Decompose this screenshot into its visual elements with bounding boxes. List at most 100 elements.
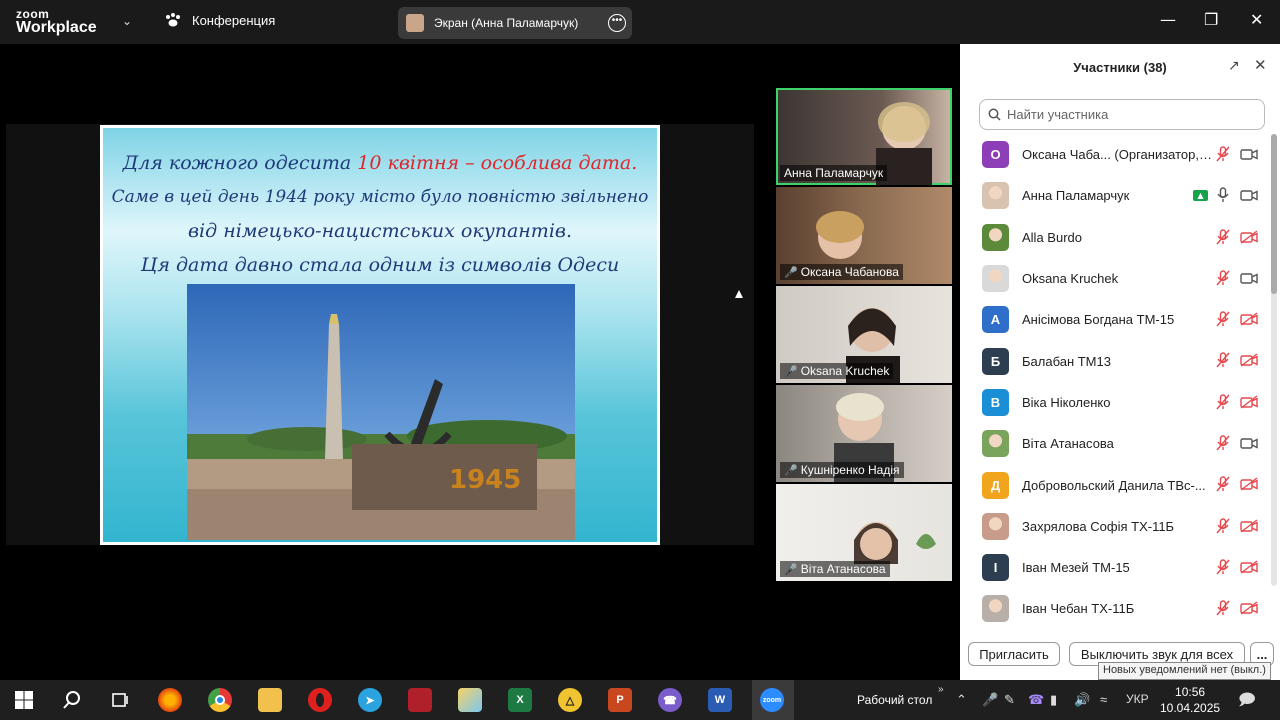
camera-off-icon[interactable]: [1240, 477, 1258, 491]
paint-icon[interactable]: [458, 688, 482, 712]
slide-line2: Саме в цей день 1944 року місто було пов…: [111, 187, 649, 207]
participant-name: Анісімова Богдана ТМ-15: [1022, 312, 1175, 328]
camera-off-icon[interactable]: [1240, 560, 1258, 574]
slide-line1a: Для кожного одесита: [122, 152, 358, 174]
excel-icon[interactable]: X: [508, 688, 532, 712]
file-explorer-icon[interactable]: [258, 688, 282, 712]
mic-muted-icon[interactable]: [1216, 517, 1230, 534]
avatar: І: [982, 554, 1009, 582]
video-tile[interactable]: Анна Паламарчук: [776, 88, 952, 185]
mic-muted-icon[interactable]: [1216, 600, 1230, 616]
scrollbar-thumb[interactable]: [1271, 134, 1277, 294]
word-icon[interactable]: W: [708, 688, 732, 712]
restore-icon[interactable]: ❐: [1204, 10, 1218, 29]
conference-menu[interactable]: Конференция: [164, 12, 275, 28]
battery-icon[interactable]: ▮: [1050, 692, 1057, 708]
participant-row[interactable]: О Оксана Чаба... (Организатор, я): [960, 134, 1272, 175]
participant-row[interactable]: А Анісімова Богдана ТМ-15: [960, 299, 1272, 340]
speaker-icon[interactable]: 🔊: [1074, 692, 1090, 708]
microphone-icon[interactable]: 🎤: [982, 692, 998, 708]
camera-off-icon[interactable]: [1240, 312, 1258, 326]
camera-icon[interactable]: [1240, 188, 1258, 202]
chevron-up-icon[interactable]: ⌃: [956, 692, 967, 708]
wifi-icon[interactable]: ≈: [1100, 692, 1107, 707]
mic-muted-icon: 🎤: [784, 266, 798, 279]
participant-row[interactable]: Б Балабан ТМ13: [960, 340, 1272, 381]
chevron-right-icon[interactable]: »: [938, 684, 944, 695]
minimize-icon[interactable]: —: [1160, 10, 1176, 29]
mic-muted-icon[interactable]: [1216, 476, 1230, 492]
close-panel-icon[interactable]: ✕: [1254, 56, 1267, 74]
chevron-down-icon[interactable]: ⌄: [122, 14, 132, 28]
more-icon[interactable]: •••: [608, 14, 626, 32]
camera-icon[interactable]: [1240, 436, 1258, 450]
mic-muted-icon[interactable]: [1216, 228, 1230, 245]
camera-off-icon[interactable]: [1240, 230, 1258, 244]
viber-tray-icon[interactable]: ☎: [1028, 692, 1044, 708]
notification-tooltip: Новых уведомлений нет (выкл.): [1098, 662, 1271, 680]
participant-row[interactable]: І Іван Мезей ТМ-15: [960, 547, 1272, 588]
camera-icon[interactable]: [1240, 271, 1258, 285]
participant-row[interactable]: Д Добровольский Данила ТВс-...: [960, 464, 1272, 505]
close-window-icon[interactable]: ✕: [1250, 10, 1263, 29]
participant-row[interactable]: Alla Burdo: [960, 217, 1272, 258]
language-indicator[interactable]: УКР: [1126, 692, 1149, 706]
video-tile[interactable]: 🎤 Оксана Чабанова: [776, 187, 952, 284]
windows-start-icon[interactable]: [12, 688, 36, 712]
notification-icon[interactable]: 🗩: [1238, 689, 1256, 716]
mic-muted-icon[interactable]: [1216, 311, 1230, 327]
camera-icon[interactable]: [1240, 147, 1258, 161]
participants-panel: Участники (38) ↗ ✕ ООксана Чаба... (Орга…: [960, 44, 1280, 680]
search-input[interactable]: [1007, 107, 1257, 122]
chrome-icon[interactable]: [208, 688, 232, 712]
participant-row[interactable]: Анна Паламарчук ▲: [960, 175, 1272, 216]
pen-icon[interactable]: ✎: [1004, 692, 1015, 708]
media-app-icon[interactable]: [408, 688, 432, 712]
invite-button[interactable]: Пригласить: [968, 642, 1060, 666]
participant-row[interactable]: Іван Чебан ТХ-11Б: [960, 588, 1272, 629]
mic-muted-icon: 🎤: [784, 563, 798, 576]
screen-share-indicator[interactable]: Экран (Анна Паламарчук) •••: [398, 7, 632, 39]
camera-off-icon[interactable]: [1240, 601, 1258, 615]
participant-row[interactable]: В Віка Ніколенко: [960, 382, 1272, 423]
participant-row[interactable]: Віта Атанасова: [960, 423, 1272, 464]
triangle-app-icon[interactable]: △: [558, 688, 582, 712]
participant-row[interactable]: Oksana Kruchek: [960, 258, 1272, 299]
video-tile[interactable]: 🎤 Oksana Kruchek: [776, 286, 952, 383]
presentation-slide: Для кожного одесита 10 квітня – особлива…: [100, 125, 660, 545]
mic-muted-icon[interactable]: [1216, 559, 1230, 575]
mic-muted-icon[interactable]: [1216, 394, 1230, 410]
opera-icon[interactable]: [308, 688, 332, 712]
camera-off-icon[interactable]: [1240, 395, 1258, 409]
camera-off-icon[interactable]: [1240, 353, 1258, 368]
tile-name: 🎤 Oksana Kruchek: [780, 363, 894, 379]
avatar: О: [982, 141, 1009, 169]
participant-search[interactable]: [979, 99, 1265, 130]
pop-out-icon[interactable]: ↗: [1228, 58, 1240, 74]
mouse-cursor: [735, 290, 743, 298]
mic-muted-icon[interactable]: [1216, 352, 1230, 368]
powerpoint-icon[interactable]: P: [608, 688, 632, 712]
firefox-icon[interactable]: [158, 688, 182, 712]
camera-off-icon[interactable]: [1240, 519, 1258, 533]
mic-muted-icon[interactable]: [1216, 435, 1230, 451]
participant-name: Alla Burdo: [1022, 229, 1082, 245]
slide-text: Для кожного одесита 10 квітня – особлива…: [103, 146, 657, 282]
desktop-label[interactable]: Рабочий стол: [857, 693, 932, 707]
avatar: [982, 595, 1009, 623]
search-icon[interactable]: [60, 688, 84, 712]
search-icon: [988, 108, 1001, 121]
participant-list: О Оксана Чаба... (Организатор, я) Анна Пал…: [960, 134, 1272, 630]
mic-icon[interactable]: [1216, 187, 1230, 203]
participant-row[interactable]: Захрялова Софія ТХ-11Б: [960, 506, 1272, 547]
mic-muted-icon[interactable]: [1216, 270, 1230, 286]
participant-name: Анна Паламарчук: [1022, 188, 1130, 204]
system-clock[interactable]: 10:56 10.04.2025: [1160, 684, 1220, 716]
video-tile[interactable]: 🎤 Віта Атанасова: [776, 484, 952, 581]
viber-icon[interactable]: ☎: [658, 688, 682, 712]
video-tile[interactable]: 🎤 Кушніренко Надія: [776, 385, 952, 482]
mic-muted-icon[interactable]: [1216, 146, 1230, 162]
zoom-icon[interactable]: zoom: [760, 688, 784, 712]
task-view-icon[interactable]: [108, 688, 132, 712]
telegram-icon[interactable]: ➤: [358, 688, 382, 712]
